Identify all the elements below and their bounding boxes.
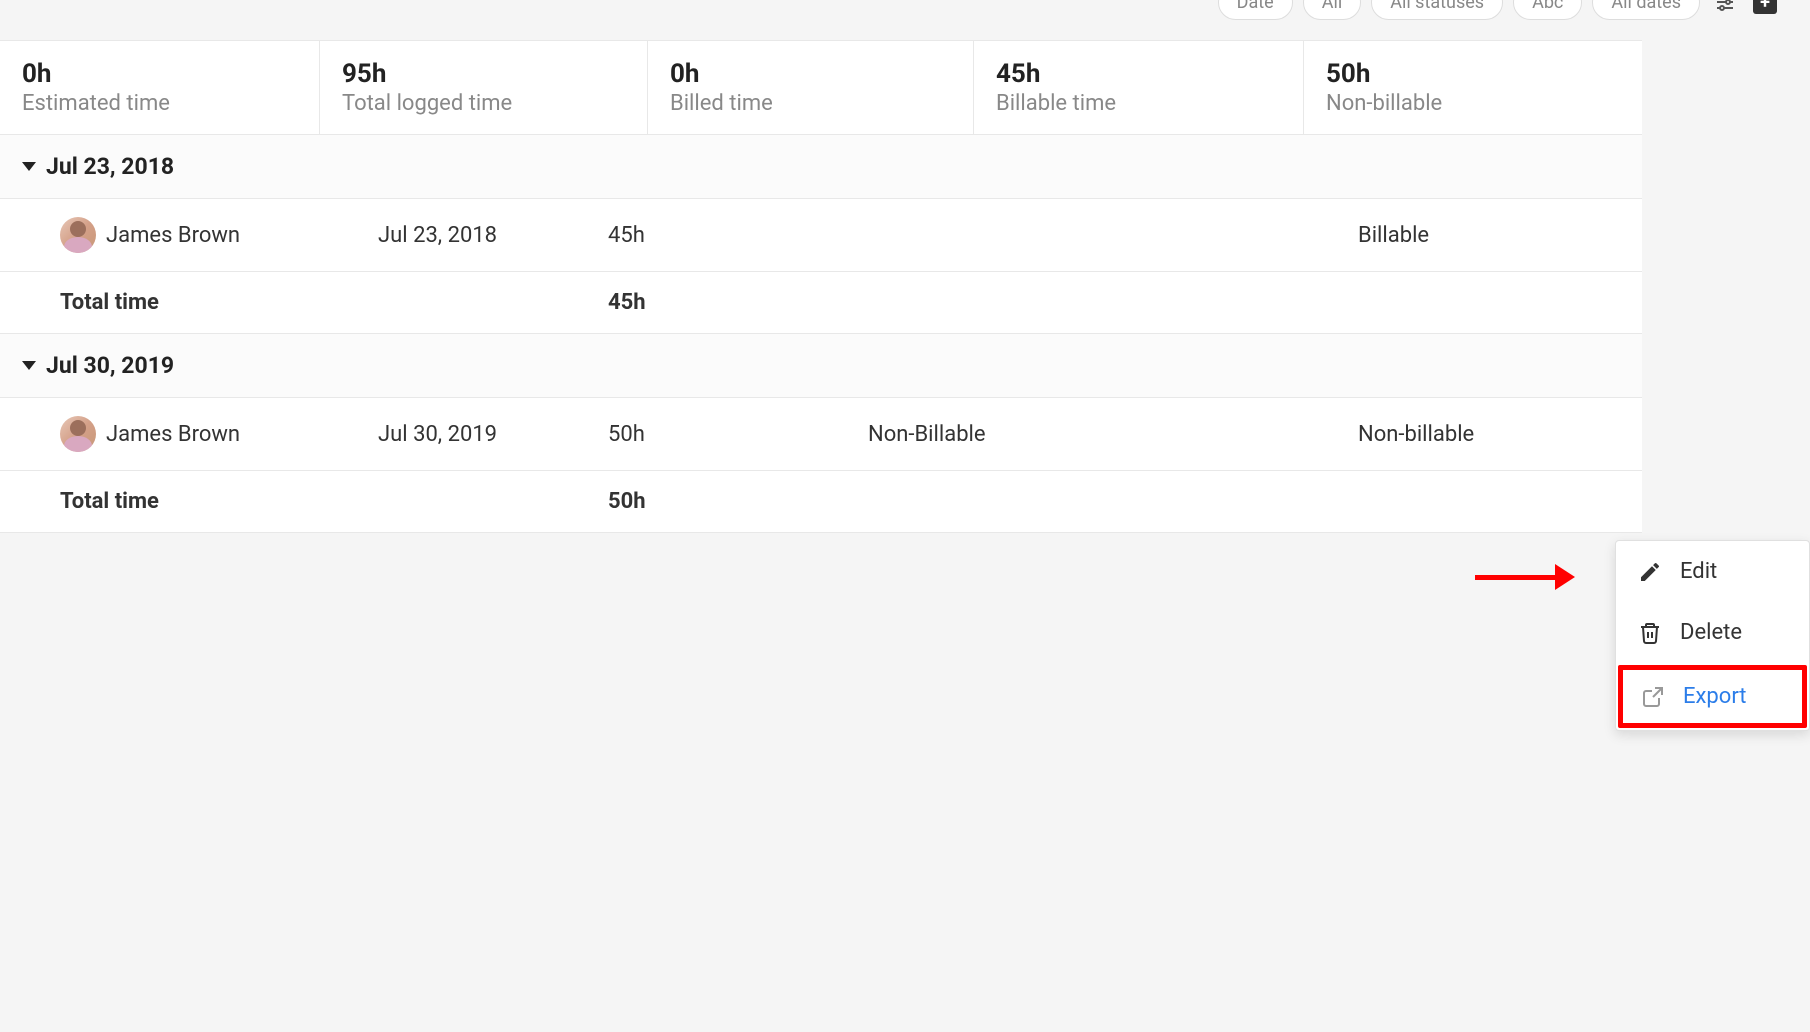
summary-total-logged-label: Total logged time <box>342 91 625 116</box>
entry-status: Billable <box>1358 223 1642 248</box>
group-header-2[interactable]: Jul 30, 2019 <box>0 334 1642 398</box>
summary-billable-time: 45h Billable time <box>974 41 1304 134</box>
summary-total-logged: 95h Total logged time <box>320 41 648 134</box>
summary-billed-time: 0h Billed time <box>648 41 974 134</box>
annotation-arrow <box>1475 564 1575 590</box>
summary-total-logged-value: 95h <box>342 59 625 89</box>
filter-date[interactable]: Date <box>1218 0 1293 20</box>
filter-sort[interactable]: Abc <box>1513 0 1582 20</box>
pencil-icon <box>1638 560 1662 584</box>
menu-item-edit[interactable]: Edit <box>1616 541 1809 602</box>
trash-icon <box>1638 621 1662 645</box>
export-icon <box>1641 685 1665 709</box>
add-button[interactable]: + <box>1750 0 1780 17</box>
filter-all[interactable]: All <box>1303 0 1362 20</box>
filter-dates-label: All dates <box>1611 0 1681 13</box>
filter-date-label: Date <box>1237 0 1274 13</box>
settings-sliders-button[interactable] <box>1710 0 1740 17</box>
filter-all-label: All <box>1322 0 1343 13</box>
summary-billable-label: Billable time <box>996 91 1281 116</box>
filter-statuses-label: All statuses <box>1390 0 1484 13</box>
entry-time: 45h <box>608 223 868 248</box>
menu-item-export-label: Export <box>1683 684 1747 709</box>
total-label: Total time <box>0 290 378 315</box>
entry-desc: Non-Billable <box>868 422 1358 447</box>
entry-date: Jul 30, 2019 <box>378 422 608 447</box>
caret-down-icon <box>22 361 36 370</box>
menu-item-export[interactable]: Export <box>1618 665 1807 728</box>
entry-status: Non-billable <box>1358 422 1642 447</box>
summary-billed-value: 0h <box>670 59 951 89</box>
menu-item-delete[interactable]: Delete <box>1616 602 1809 663</box>
total-label: Total time <box>0 489 378 514</box>
group-date-1: Jul 23, 2018 <box>46 153 174 180</box>
entry-user-name: James Brown <box>106 422 240 447</box>
caret-down-icon <box>22 162 36 171</box>
filter-dates[interactable]: All dates <box>1592 0 1700 20</box>
group-header-1[interactable]: Jul 23, 2018 <box>0 135 1642 199</box>
entry-user: James Brown <box>0 416 378 452</box>
menu-item-delete-label: Delete <box>1680 620 1742 645</box>
summary-nonbillable-time: 50h Non-billable <box>1304 41 1642 134</box>
filter-statuses[interactable]: All statuses <box>1371 0 1503 20</box>
entry-user-name: James Brown <box>106 223 240 248</box>
menu-item-edit-label: Edit <box>1680 559 1717 584</box>
filter-sort-label: Abc <box>1532 0 1563 13</box>
time-entry-row[interactable]: James Brown Jul 23, 2018 45h Billable <box>0 199 1642 272</box>
total-time-value: 45h <box>608 290 868 315</box>
summary-nonbillable-label: Non-billable <box>1326 91 1620 116</box>
context-menu: Edit Delete Export <box>1615 540 1810 731</box>
entry-user: James Brown <box>0 217 378 253</box>
sliders-icon <box>1713 0 1737 14</box>
summary-estimated-label: Estimated time <box>22 91 297 116</box>
time-report-content: 0h Estimated time 95h Total logged time … <box>0 40 1642 533</box>
group-total-row: Total time 45h <box>0 272 1642 334</box>
avatar-icon <box>60 217 96 253</box>
summary-billed-label: Billed time <box>670 91 951 116</box>
avatar-icon <box>60 416 96 452</box>
summary-nonbillable-value: 50h <box>1326 59 1620 89</box>
group-total-row: Total time 50h <box>0 471 1642 533</box>
filter-toolbar: Date All All statuses Abc All dates + <box>0 0 1810 40</box>
summary-row: 0h Estimated time 95h Total logged time … <box>0 41 1642 135</box>
time-entry-row[interactable]: James Brown Jul 30, 2019 50h Non-Billabl… <box>0 398 1642 471</box>
group-date-2: Jul 30, 2019 <box>46 352 174 379</box>
entry-time: 50h <box>608 422 868 447</box>
entry-date: Jul 23, 2018 <box>378 223 608 248</box>
summary-billable-value: 45h <box>996 59 1281 89</box>
summary-estimated-value: 0h <box>22 59 297 89</box>
total-time-value: 50h <box>608 489 868 514</box>
summary-estimated-time: 0h Estimated time <box>0 41 320 134</box>
plus-icon: + <box>1753 0 1777 14</box>
